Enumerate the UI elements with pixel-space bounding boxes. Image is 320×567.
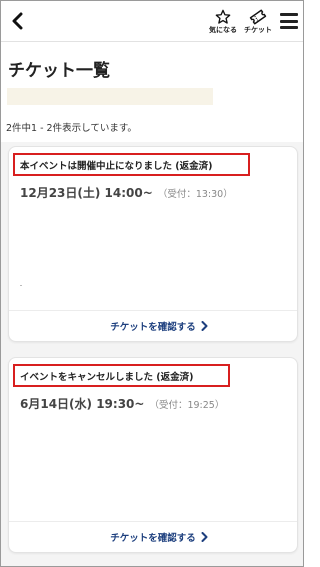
ticket-icon — [249, 9, 267, 24]
favorites-label: 気になる — [209, 26, 237, 34]
reception-time: （受付：13:30） — [157, 189, 233, 200]
view-ticket-label: チケットを確認する — [110, 322, 196, 333]
cancel-status-label: イベントをキャンセルしました (返金済) — [13, 364, 230, 387]
dot-mark — [20, 285, 22, 286]
result-count: 2件中1 - 2件表示しています。 — [6, 123, 137, 134]
chevron-right-icon — [201, 321, 208, 331]
page-head: チケット一覧 2件中1 - 2件表示しています。 — [1, 42, 303, 142]
tickets-label: チケット — [244, 26, 272, 34]
view-ticket-link[interactable]: チケットを確認する — [98, 319, 208, 333]
chevron-left-icon — [12, 12, 23, 30]
event-date-time: 6月14日(水) 19:30~ — [20, 397, 145, 411]
chevron-right-icon — [201, 532, 208, 542]
hamburger-menu-icon[interactable] — [280, 13, 298, 29]
page-title: チケット一覧 — [8, 61, 110, 81]
event-datetime: 6月14日(水) 19:30~ （受付：19:25） — [20, 395, 224, 412]
card-footer: チケットを確認する — [9, 521, 297, 552]
event-datetime: 12月23日(土) 14:00~ （受付：13:30） — [20, 184, 233, 201]
ticket-card: イベントをキャンセルしました (返金済) 6月14日(水) 19:30~ （受付：… — [8, 357, 298, 553]
card-footer: チケットを確認する — [9, 310, 297, 341]
view-ticket-link[interactable]: チケットを確認する — [98, 530, 208, 544]
back-button[interactable] — [7, 10, 27, 32]
tickets-button[interactable]: チケット — [241, 8, 275, 38]
app-frame: 気になる チケット チケット一覧 2件中1 - 2件表示しています。 本イベント… — [0, 0, 304, 567]
star-outline-icon — [215, 9, 231, 24]
reception-time: （受付：19:25） — [149, 400, 225, 411]
view-ticket-label: チケットを確認する — [110, 533, 196, 544]
placeholder-banner — [7, 88, 213, 105]
top-header: 気になる チケット — [1, 1, 303, 42]
cancel-status-label: 本イベントは開催中止になりました (返金済) — [13, 153, 250, 176]
ticket-card: 本イベントは開催中止になりました (返金済) 12月23日(土) 14:00~ （… — [8, 146, 298, 342]
event-date-time: 12月23日(土) 14:00~ — [20, 186, 153, 200]
favorites-button[interactable]: 気になる — [206, 8, 240, 38]
